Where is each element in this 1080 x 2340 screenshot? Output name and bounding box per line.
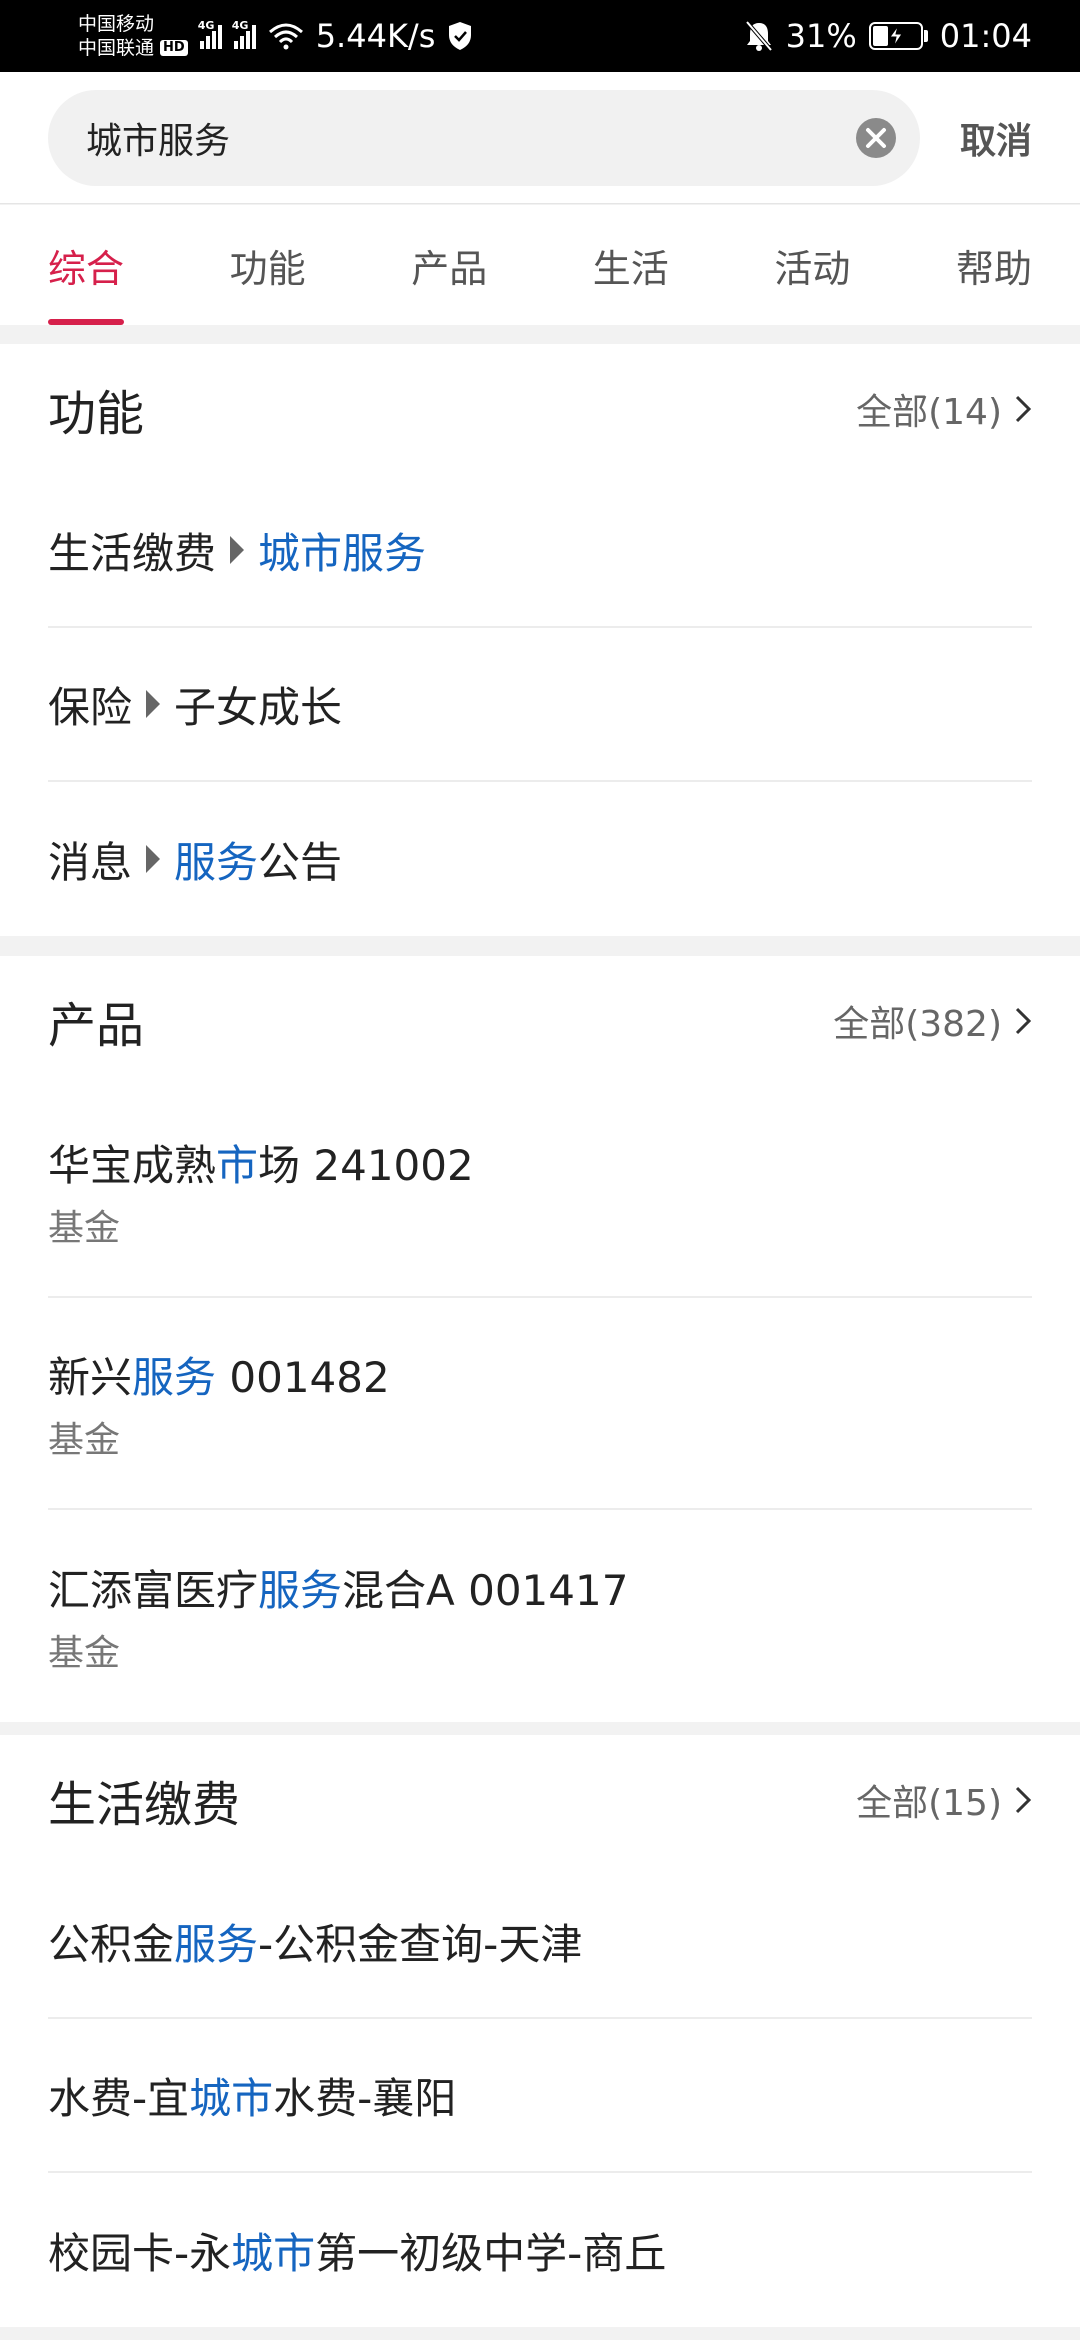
search-header: 取消 [0, 72, 1080, 204]
tab-activities[interactable]: 活动 [774, 205, 850, 325]
name-part: 新兴 [48, 1352, 133, 1402]
item-parent: 生活缴费 [48, 528, 217, 578]
list-item[interactable]: 水费-宜 城市 水费-襄阳 [48, 2019, 1032, 2173]
network-speed: 5.44K/s [315, 17, 436, 55]
section-title: 生活缴费 [48, 1777, 241, 1833]
item-text: -公积金查询-天津 [258, 1919, 583, 1969]
status-bar: 中国移动 中国联通 HD 4G 4G 5.44K/s 31% 01:04 [0, 0, 1080, 72]
list-item[interactable]: 校园卡-永 城市 第一初级中学-商丘 [48, 2173, 1032, 2327]
caret-right-icon [230, 536, 245, 564]
network-type-1: 4G [197, 19, 215, 32]
signal-1-icon: 4G [198, 19, 222, 49]
view-all-products-link[interactable]: 全部(382) [833, 995, 1032, 1047]
item-text: 水费-宜 [48, 2073, 190, 2123]
carrier-info: 中国移动 中国联通 HD [78, 12, 188, 60]
list-item[interactable]: 华宝成熟市场 241002 基金 [48, 1086, 1032, 1298]
product-type: 基金 [48, 1419, 121, 1461]
view-all-label: 全部(14) [856, 392, 1002, 433]
tab-help[interactable]: 帮助 [956, 205, 1032, 325]
tab-products[interactable]: 产品 [411, 205, 487, 325]
item-highlight: 城市服务 [258, 528, 427, 578]
name-highlight: 服务 [132, 1352, 217, 1402]
view-all-life-link[interactable]: 全部(15) [856, 1774, 1032, 1826]
product-type: 基金 [48, 1632, 121, 1674]
list-item[interactable]: 公积金 服务 -公积金查询-天津 [48, 1865, 1032, 2019]
view-all-label: 全部(15) [856, 1783, 1002, 1824]
chevron-right-icon [1015, 395, 1032, 423]
name-part: 001482 [216, 1352, 390, 1402]
hd-badge: HD [160, 40, 188, 56]
product-type: 基金 [48, 1207, 121, 1249]
product-name: 汇添富医疗服务混合A 001417 [48, 1557, 628, 1618]
section-title: 产品 [48, 998, 145, 1054]
battery-icon [868, 22, 928, 50]
list-item[interactable]: 保险 子女成长 [48, 628, 1032, 782]
item-highlight: 城市 [231, 2228, 316, 2278]
item-text: 水费-襄阳 [273, 2073, 457, 2123]
clear-search-icon[interactable] [854, 116, 898, 160]
item-text: 校园卡-永 [48, 2228, 232, 2278]
name-highlight: 服务 [258, 1565, 343, 1615]
search-input[interactable] [84, 116, 854, 159]
item-highlight: 服务 [174, 1919, 259, 1969]
item-highlight: 城市 [189, 2073, 274, 2123]
item-parent: 消息 [48, 837, 133, 887]
item-text: 第一初级中学-商丘 [315, 2228, 667, 2278]
item-child: 公告 [258, 837, 343, 887]
product-name: 华宝成熟市场 241002 [48, 1132, 474, 1193]
chevron-right-icon [1015, 1007, 1032, 1035]
view-all-label: 全部(382) [833, 1004, 1002, 1045]
carrier-2: 中国联通 [78, 37, 155, 59]
tab-all[interactable]: 综合 [48, 205, 125, 325]
bell-muted-icon [745, 20, 773, 52]
tab-life[interactable]: 生活 [593, 205, 669, 325]
clock: 01:04 [939, 17, 1032, 55]
chevron-right-icon [1015, 1786, 1032, 1814]
section-products: 产品 全部(382) 华宝成熟市场 241002 基金 新兴服务 001482 … [0, 956, 1080, 1722]
network-type-2: 4G [231, 19, 249, 32]
search-box[interactable] [48, 89, 920, 186]
cancel-button[interactable]: 取消 [960, 112, 1032, 164]
signal-2-icon: 4G [232, 19, 256, 49]
caret-right-icon [146, 690, 161, 718]
name-highlight: 市 [216, 1140, 259, 1190]
list-item[interactable]: 生活缴费 城市服务 [48, 474, 1032, 628]
name-part: 场 241002 [258, 1140, 474, 1190]
item-child: 子女成长 [174, 682, 343, 732]
list-item[interactable]: 消息 服务 公告 [48, 782, 1032, 936]
section-functions: 功能 全部(14) 生活缴费 城市服务 保险 子女成长 消息 服务 公告 [0, 344, 1080, 936]
name-part: 汇添富医疗 [48, 1565, 259, 1615]
section-life-payments: 生活缴费 全部(15) 公积金 服务 -公积金查询-天津 水费-宜 城市 水费-襄阳 校… [0, 1735, 1080, 2327]
list-item[interactable]: 汇添富医疗服务混合A 001417 基金 [48, 1510, 1032, 1722]
item-text: 公积金 [48, 1919, 175, 1969]
caret-right-icon [146, 845, 161, 873]
section-title: 功能 [48, 386, 145, 442]
battery-percent: 31% [785, 17, 857, 55]
name-part: 混合A 001417 [342, 1565, 629, 1615]
product-name: 新兴服务 001482 [48, 1344, 390, 1405]
item-highlight: 服务 [174, 837, 259, 887]
shield-icon [449, 22, 472, 50]
tab-functions[interactable]: 功能 [230, 205, 306, 325]
carrier-1: 中国移动 [78, 13, 155, 35]
item-parent: 保险 [48, 682, 133, 732]
list-item[interactable]: 新兴服务 001482 基金 [48, 1298, 1032, 1510]
view-all-functions-link[interactable]: 全部(14) [856, 383, 1032, 435]
name-part: 华宝成熟 [48, 1140, 217, 1190]
wifi-icon [268, 23, 303, 50]
category-tabs: 综合 功能 产品 生活 活动 帮助 [0, 205, 1080, 325]
